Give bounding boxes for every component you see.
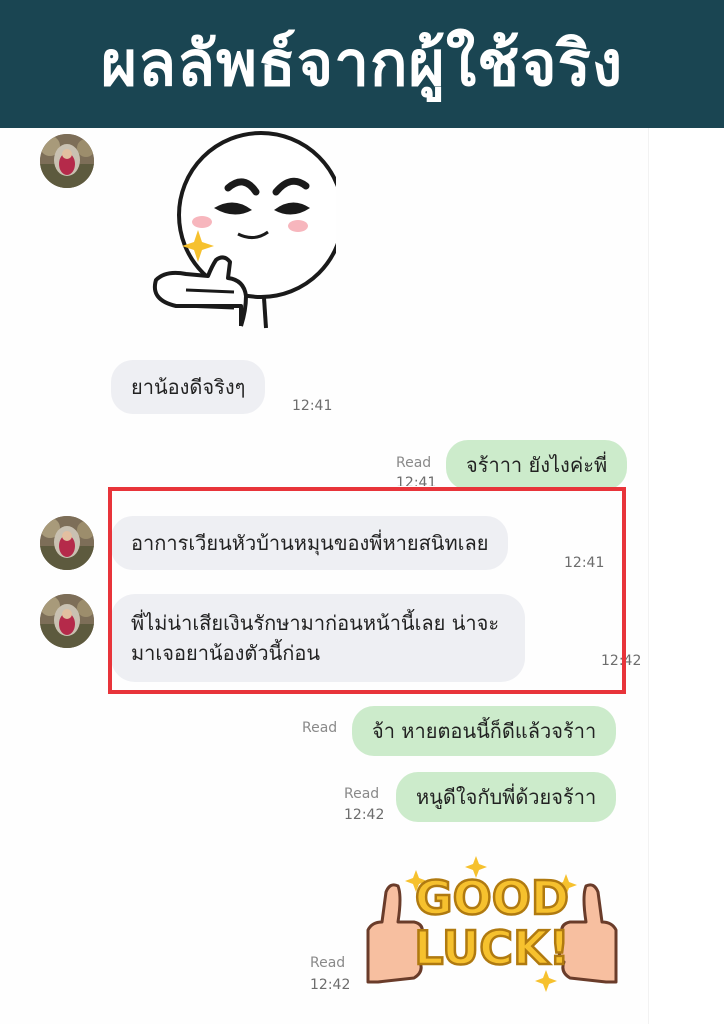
message-time: 12:42 <box>601 653 642 669</box>
message-text: หนูดีใจกับพี่ด้วยจร้าา <box>416 785 597 809</box>
message-text: ยาน้องดีจริงๆ <box>131 375 246 399</box>
message-time: 12:41 <box>292 398 333 414</box>
message-text: อาการเวียนหัวบ้านหมุนของพี่หายสนิทเลย <box>131 531 489 555</box>
thumbs-up-face-sticker[interactable] <box>146 130 345 330</box>
avatar[interactable] <box>40 516 94 570</box>
outgoing-message[interactable]: จร้าาา ยังไงค่ะพี่ <box>446 440 628 490</box>
message-time: 12:42 <box>344 807 385 823</box>
message-time: 12:42 <box>310 977 351 993</box>
message-time: 12:41 <box>564 555 605 571</box>
avatar-photo <box>40 516 94 570</box>
page-title: ผลลัพธ์จากผู้ใช้จริง <box>100 27 624 100</box>
good-luck-icon: GOOD LUCK! <box>366 856 618 992</box>
sticker-text-good: GOOD <box>415 871 569 925</box>
read-receipt: Read <box>344 786 380 802</box>
avatar[interactable] <box>40 134 94 188</box>
read-receipt: Read <box>302 720 338 736</box>
avatar-photo <box>40 134 94 188</box>
sticker-text-luck: LUCK! <box>414 921 569 975</box>
outgoing-message[interactable]: จ้า หายตอนนี้ก็ดีแล้วจร้าา <box>352 706 617 756</box>
read-receipt: Read <box>310 955 346 971</box>
good-luck-sticker[interactable]: GOOD LUCK! <box>356 852 628 992</box>
message-text-line-1: พี่ไม่น่าเสียเงินรักษามาก่อนหน้านี้เลย น… <box>131 611 500 635</box>
message-text: จ้า หายตอนนี้ก็ดีแล้วจร้าา <box>372 719 597 743</box>
incoming-message[interactable]: ยาน้องดีจริงๆ <box>111 360 266 414</box>
outgoing-message[interactable]: หนูดีใจกับพี่ด้วยจร้าา <box>396 772 617 822</box>
message-text: จร้าาา ยังไงค่ะพี่ <box>466 453 608 477</box>
avatar[interactable] <box>40 594 94 648</box>
thumbs-up-face-icon <box>153 131 345 329</box>
incoming-message[interactable]: อาการเวียนหัวบ้านหมุนของพี่หายสนิทเลย <box>111 516 509 570</box>
incoming-message[interactable]: พี่ไม่น่าเสียเงินรักษามาก่อนหน้านี้เลย น… <box>111 594 526 682</box>
chat-edge <box>648 128 724 1024</box>
page-title-banner: ผลลัพธ์จากผู้ใช้จริง <box>0 0 724 128</box>
message-time: 12:41 <box>396 475 437 486</box>
message-text-line-2: มาเจอยาน้องตัวนี้ก่อน <box>131 641 321 665</box>
avatar-photo <box>40 594 94 648</box>
read-receipt: Read <box>396 455 432 471</box>
